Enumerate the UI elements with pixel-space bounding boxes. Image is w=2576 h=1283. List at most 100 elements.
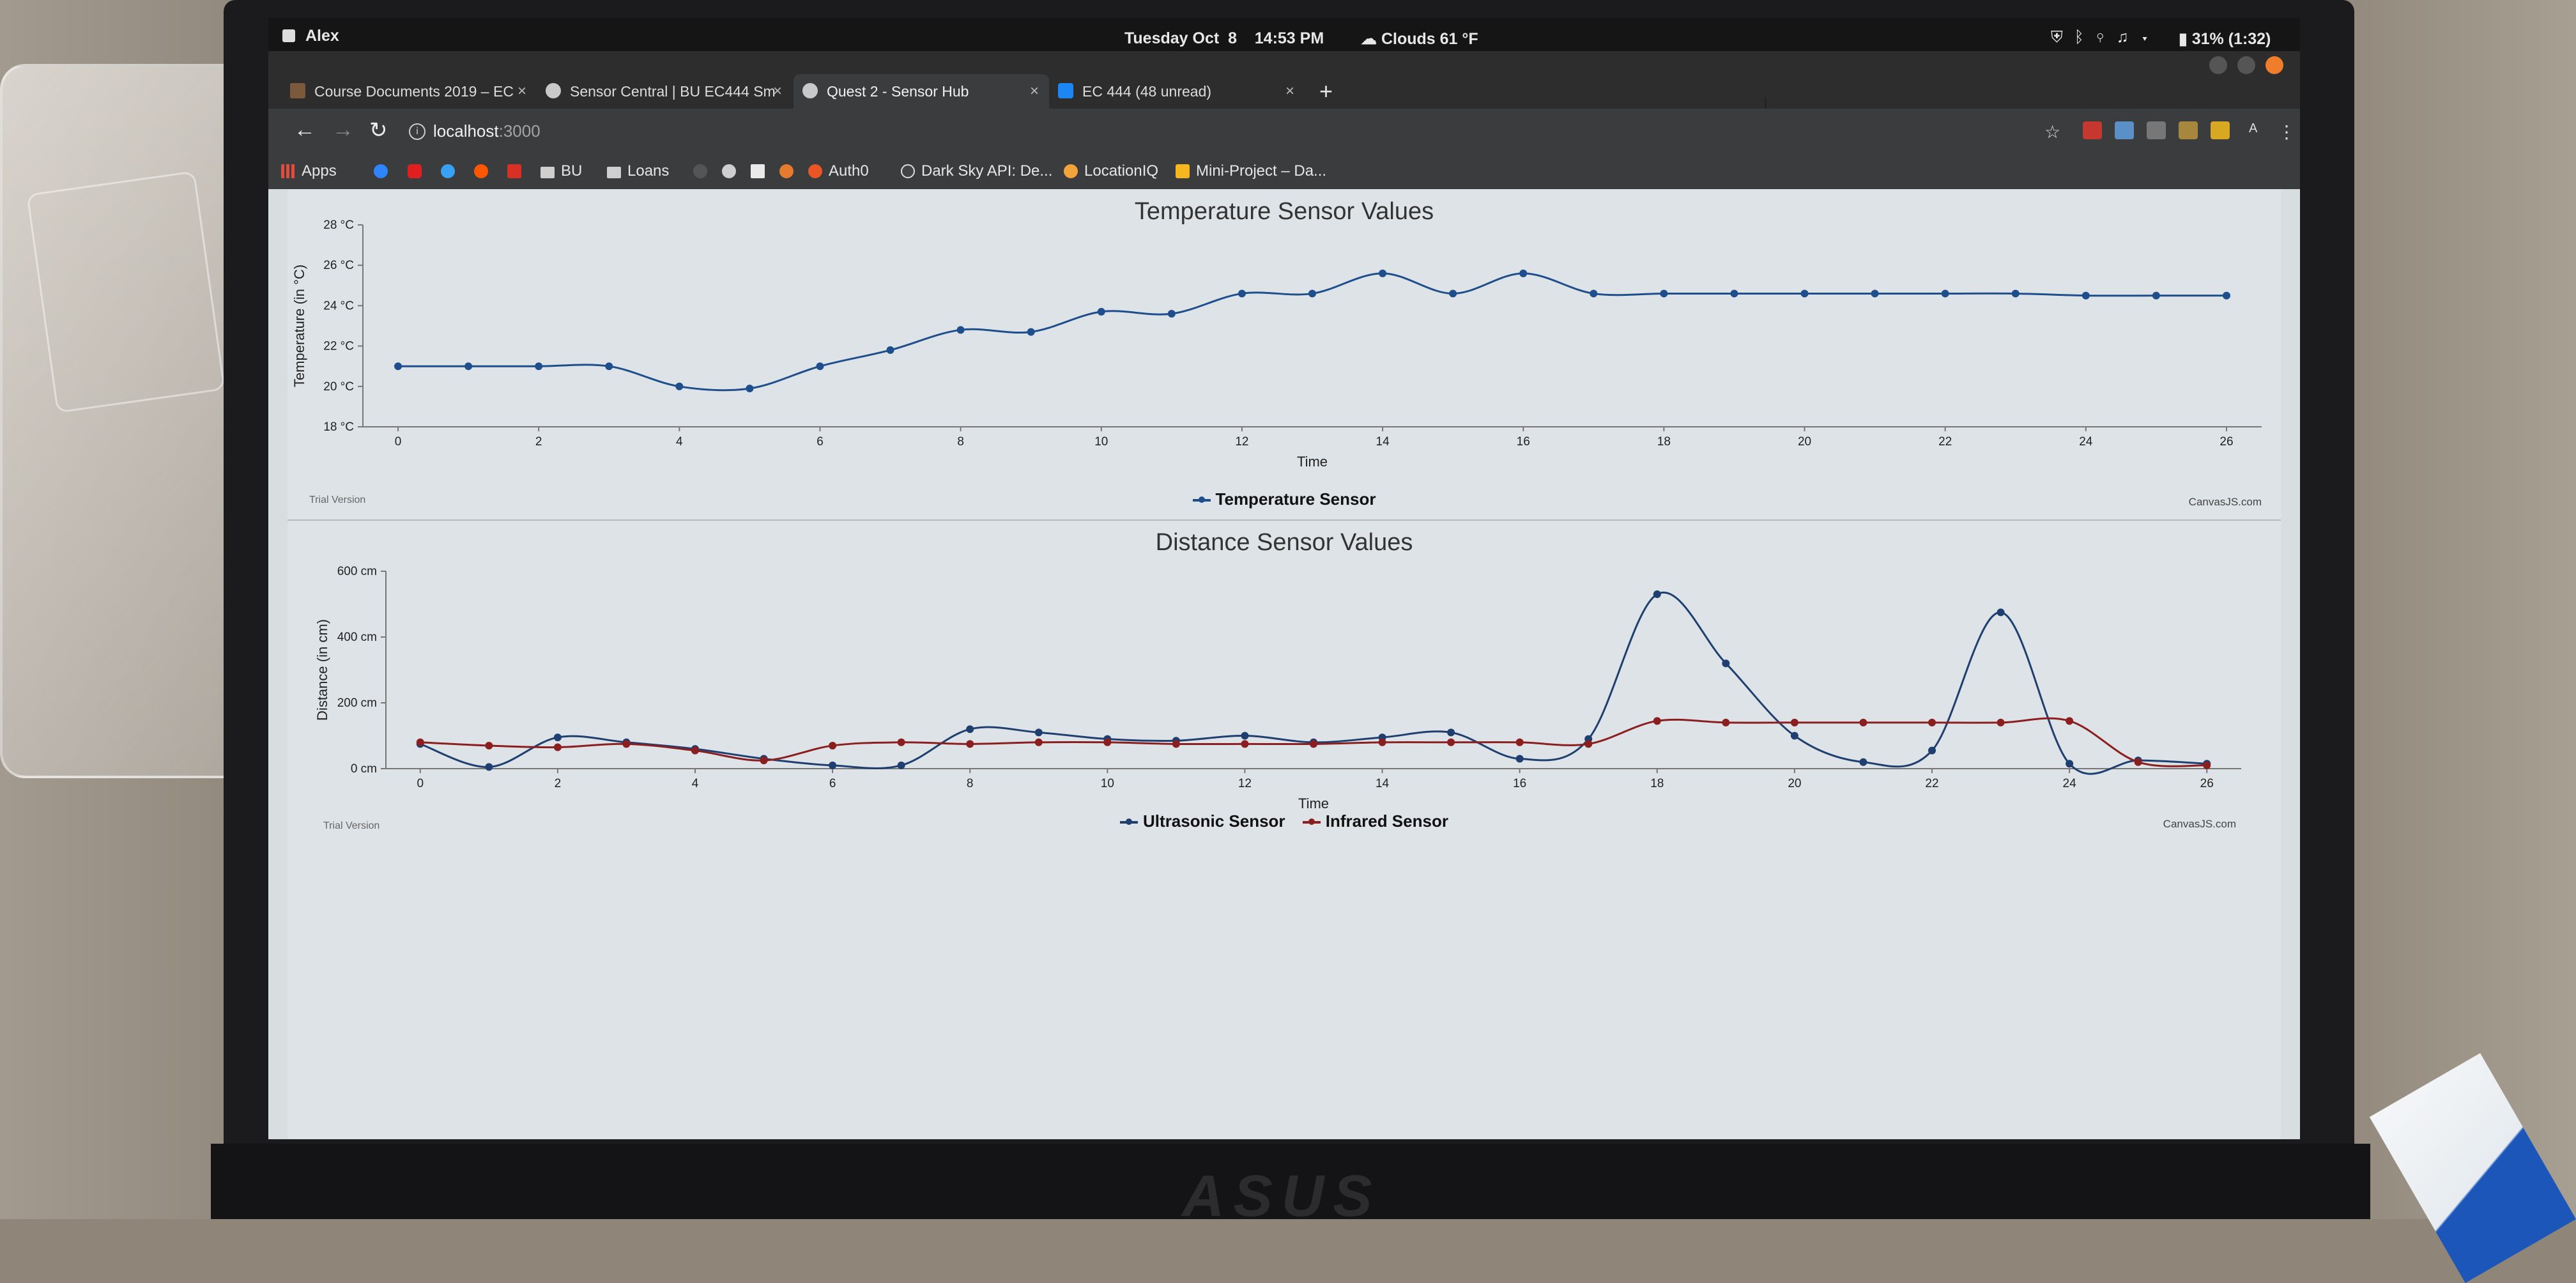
legend-item[interactable]: Temperature Sensor [1192, 489, 1376, 509]
extension-icon[interactable] [2147, 121, 2166, 139]
new-tab-button[interactable]: + [1319, 74, 1333, 109]
system-tray[interactable]: ⛨ᛒ⚲♫▾ [2051, 28, 2161, 47]
bookmark-messenger[interactable] [374, 162, 394, 180]
data-point [1238, 289, 1246, 298]
x-tick-label: 12 [1235, 435, 1248, 449]
bookmark-folder-loans[interactable]: Loans [607, 162, 669, 180]
profile-avatar[interactable]: A [2249, 121, 2257, 136]
bookmark-auth0[interactable]: Auth0 [808, 162, 869, 180]
tab-quest2-sensor-hub[interactable]: Quest 2 - Sensor Hub × [793, 74, 1049, 109]
user-menu[interactable]: Alex [282, 27, 339, 45]
bookmark-label: Apps [302, 162, 337, 180]
x-tick-label: 0 [395, 435, 402, 449]
data-point [622, 740, 631, 748]
canvasjs-credit[interactable]: CanvasJS.com [2189, 496, 2262, 509]
data-point [1584, 740, 1593, 748]
bluetooth-icon[interactable]: ᛒ [2074, 28, 2096, 46]
address-bar[interactable]: i localhost:3000 [402, 115, 2018, 147]
close-icon[interactable]: × [518, 74, 526, 109]
bookmark-gmail[interactable] [507, 162, 528, 180]
location-icon[interactable]: ⚲ [2096, 28, 2117, 46]
star-icon[interactable]: ☆ [2044, 121, 2060, 142]
data-point [2152, 291, 2160, 300]
bookmark-youtube[interactable] [408, 162, 428, 180]
distance-plot: 0 cm200 cm400 cm600 cm0 2 4 6 8 10 12 14 16 18 20 2… [314, 565, 2241, 810]
battery-status[interactable]: ▮ 31% (1:32) [2179, 29, 2271, 49]
extension-icon[interactable] [2115, 121, 2134, 139]
close-icon[interactable]: × [773, 74, 782, 109]
extension-icon[interactable] [2179, 121, 2198, 139]
legend-swatch [1192, 496, 1211, 503]
data-point [535, 362, 543, 371]
data-point [394, 362, 402, 371]
minimize-button[interactable] [2209, 56, 2227, 74]
info-icon[interactable]: i [409, 123, 425, 140]
close-icon[interactable]: × [1030, 74, 1039, 109]
shield-icon[interactable]: ⛨ [2051, 28, 2074, 46]
data-point [1660, 289, 1668, 298]
y-tick-label: 24 °C [323, 299, 354, 312]
data-point [553, 743, 562, 751]
bookmark-darksky[interactable]: Dark Sky API: De... [901, 162, 1052, 180]
x-tick-label: 16 [1513, 777, 1526, 790]
data-point [1653, 717, 1661, 725]
reload-icon[interactable]: ↻ [369, 118, 388, 143]
wifi-icon[interactable]: ▾ [2140, 28, 2161, 46]
bookmark-label: BU [561, 162, 583, 180]
globe-icon [802, 83, 818, 98]
bookmark-apps[interactable]: Apps [281, 162, 337, 180]
clock[interactable]: Tuesday Oct 8 14:53 PM [1124, 29, 1324, 48]
data-point [1871, 289, 1879, 298]
legend-item[interactable]: Infrared Sensor [1302, 811, 1448, 831]
data-point [2066, 760, 2074, 768]
canvasjs-credit[interactable]: CanvasJS.com [2163, 818, 2236, 831]
legend-item[interactable]: Ultrasonic Sensor [1120, 811, 1285, 831]
tab-label: Quest 2 - Sensor Hub [827, 83, 969, 100]
folder-icon [540, 167, 555, 178]
extension-icon[interactable] [2211, 121, 2230, 139]
temperature-chart: Temperature Sensor Values 18 °C 20 °C 22 °… [288, 189, 2281, 521]
tab-ec444-piazza[interactable]: EC 444 (48 unread) × [1049, 74, 1305, 109]
data-point [464, 362, 473, 371]
bookmark-github[interactable] [693, 162, 714, 180]
maximize-button[interactable] [2237, 56, 2255, 74]
x-tick-label: 26 [2200, 777, 2214, 790]
plastic-case [0, 64, 254, 778]
bookmark-locationiq[interactable]: LocationIQ [1064, 162, 1158, 180]
weather-status[interactable]: ☁ Clouds 61 °F [1361, 29, 1478, 49]
messenger-icon [374, 164, 388, 178]
menu-kebab-icon[interactable]: ⋮ [2278, 121, 2296, 142]
close-window-button[interactable] [2266, 56, 2283, 74]
laptop-screen: Alex Tuesday Oct 8 14:53 PM ☁ Clouds 61 … [268, 18, 2300, 1139]
bookmark-page[interactable] [751, 162, 771, 180]
bookmark-twitter[interactable] [441, 162, 461, 180]
battery-icon: ▮ [2179, 30, 2192, 48]
bookmark-flow[interactable] [779, 162, 800, 180]
locationiq-icon [1064, 164, 1078, 178]
bookmark-mini-project[interactable]: Mini-Project – Da... [1176, 162, 1326, 180]
forward-arrow-icon[interactable]: → [332, 118, 354, 142]
x-tick-label: 6 [816, 435, 824, 449]
data-point [746, 384, 754, 392]
data-point [1928, 718, 1936, 726]
tab-course-documents[interactable]: Course Documents 2019 – EC × [281, 74, 537, 109]
x-tick-label: 6 [829, 777, 836, 790]
x-tick-label: 24 [2063, 777, 2077, 790]
x-tick-label: 18 [1657, 435, 1671, 449]
darksky-icon [901, 164, 915, 178]
tab-sensor-central[interactable]: Sensor Central | BU EC444 Sm × [537, 74, 792, 109]
bookmark-folder-bu[interactable]: BU [540, 162, 582, 180]
ublock-extension-icon[interactable] [2083, 121, 2102, 139]
bookmark-label: Loans [627, 162, 670, 180]
data-point [966, 740, 974, 748]
bookmark-ghost[interactable] [722, 162, 742, 180]
back-arrow-icon[interactable]: ← [294, 118, 316, 142]
close-icon[interactable]: × [1285, 74, 1294, 109]
data-point [1167, 310, 1176, 318]
music-icon[interactable]: ♫ [2117, 28, 2140, 46]
tab-label: Course Documents 2019 – EC [314, 83, 514, 100]
bookmark-reddit[interactable] [474, 162, 494, 180]
data-point [1730, 289, 1738, 298]
gmail-icon [507, 164, 521, 178]
y-tick-label: 200 cm [337, 696, 377, 710]
